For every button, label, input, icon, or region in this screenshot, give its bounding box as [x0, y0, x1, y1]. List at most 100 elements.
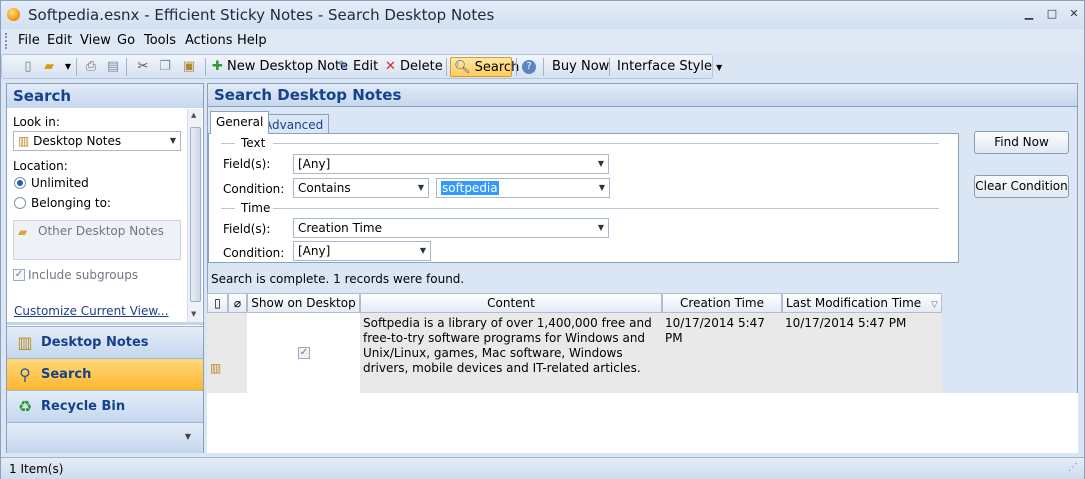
status-bar: 1 Item(s) ⋰ — [1, 457, 1084, 479]
time-condition-select[interactable]: [Any] ▼ — [293, 241, 431, 261]
notes-icon: ▥ — [17, 333, 33, 352]
left-pane-title: Search — [7, 84, 203, 108]
group-divider — [221, 143, 235, 144]
minimize-button[interactable]: ▁ — [1019, 5, 1039, 23]
content-cell: Softpedia is a library of over 1,400,000… — [360, 313, 662, 393]
delete-x-icon: ✕ — [385, 59, 396, 74]
group-divider — [221, 208, 235, 209]
column-header-type[interactable]: ▯ — [207, 293, 228, 313]
grid-empty-area — [207, 393, 1078, 453]
scroll-thumb[interactable] — [190, 127, 201, 302]
title-bar: Softpedia.esnx - Efficient Sticky Notes … — [1, 1, 1084, 29]
modification-time-cell: 10/17/2014 5:47 PM — [782, 313, 942, 393]
include-subgroups-checkbox[interactable]: ✓ — [13, 269, 25, 281]
menu-help[interactable]: Help — [237, 33, 267, 48]
pencil-icon: ✎ — [338, 59, 349, 74]
column-header-show-on-desktop[interactable]: Show on Desktop — [247, 293, 360, 313]
chevron-down-icon: ▼ — [597, 159, 604, 168]
plus-icon: ✚ — [212, 59, 223, 74]
nav-desktop-notes[interactable]: ▥ Desktop Notes — [7, 326, 203, 358]
left-pane: Search Look in: ▥ Desktop Notes ▼ Locati… — [6, 83, 204, 453]
interface-style-button[interactable]: Interface Style ▼ — [617, 57, 722, 77]
help-icon[interactable]: ? — [522, 60, 536, 74]
nav-overflow[interactable]: ▼ — [7, 422, 203, 453]
search-text-input[interactable]: softpedia ▼ — [436, 178, 610, 198]
search-button[interactable]: 🔍︎ Search — [450, 57, 519, 77]
column-header-last-modification[interactable]: Last Modification Time ▽ — [782, 293, 942, 313]
time-condition-label: Condition: — [223, 246, 285, 260]
menu-bar: File Edit View Go Tools Actions Help — [1, 29, 1084, 53]
chevron-down-icon: ▼ — [419, 246, 426, 255]
tab-general[interactable]: General — [210, 111, 270, 134]
attachment-icon: ⌀ — [233, 296, 242, 310]
splitter[interactable] — [7, 322, 203, 325]
close-button[interactable]: ✕ — [1064, 5, 1084, 23]
chevron-down-icon: ▼ — [716, 63, 723, 72]
print-icon[interactable]: ⎙ — [83, 59, 99, 75]
buy-now-button[interactable]: Buy Now — [552, 57, 609, 77]
edit-button[interactable]: ✎ Edit — [338, 57, 378, 77]
show-on-desktop-checkbox[interactable]: ✓ — [298, 347, 310, 359]
resize-grip-icon[interactable]: ⋰ — [1068, 462, 1078, 473]
look-in-select[interactable]: ▥ Desktop Notes ▼ — [13, 131, 181, 151]
chevron-down-icon: ▼ — [598, 183, 605, 192]
clear-condition-button[interactable]: Clear Condition — [974, 175, 1069, 198]
radio-belonging-to[interactable] — [14, 197, 26, 209]
folder-placeholder: Other Desktop Notes — [38, 224, 164, 238]
open-folder-icon[interactable]: ▰ — [41, 59, 57, 75]
print-preview-icon[interactable]: ▤ — [105, 59, 121, 75]
scroll-up-icon[interactable]: ▲ — [191, 111, 196, 119]
page-title: Search Desktop Notes — [207, 83, 1078, 107]
sort-indicator-icon: ▽ — [931, 300, 938, 310]
menu-grip — [5, 33, 8, 49]
include-subgroups-label: Include subgroups — [28, 268, 139, 282]
show-on-desktop-cell: ✓ — [247, 313, 360, 393]
new-desktop-note-button[interactable]: ✚ New Desktop Note — [212, 57, 348, 77]
maximize-button[interactable]: □ — [1042, 5, 1062, 23]
search-status-message: Search is complete. 1 records were found… — [211, 272, 465, 286]
left-scrollbar[interactable]: ▲ ▼ — [187, 109, 202, 322]
creation-time-cell: 10/17/2014 5:47 PM — [662, 313, 782, 393]
paste-icon[interactable]: ▣ — [181, 59, 197, 75]
group-divider — [273, 208, 939, 209]
menu-tools[interactable]: Tools — [144, 33, 176, 48]
radio-belonging-label: Belonging to: — [31, 196, 111, 210]
copy-icon[interactable]: ❐ — [157, 59, 173, 75]
toolbar-separator — [609, 58, 610, 76]
column-header-attachment[interactable]: ⌀ — [228, 293, 247, 313]
attachment-cell — [228, 313, 247, 393]
column-header-content[interactable]: Content — [360, 293, 662, 313]
nav-recycle-bin[interactable]: ♻ Recycle Bin — [7, 390, 203, 422]
magnifier-icon: 🔍︎ — [454, 60, 471, 75]
time-group-label: Time — [241, 201, 271, 215]
status-text: 1 Item(s) — [9, 462, 64, 476]
menu-file[interactable]: File — [18, 33, 40, 48]
menu-go[interactable]: Go — [117, 33, 135, 48]
notes-icon: ▥ — [18, 134, 30, 148]
nav-search[interactable]: ⚲ Search — [7, 358, 203, 390]
condition-select[interactable]: Contains ▼ — [293, 178, 429, 198]
customize-view-link[interactable]: Customize Current View... — [14, 304, 169, 318]
group-divider — [273, 143, 939, 144]
radio-unlimited[interactable] — [14, 177, 26, 189]
delete-button[interactable]: ✕ Delete — [385, 57, 443, 77]
column-header-creation-time[interactable]: Creation Time — [662, 293, 782, 313]
scroll-down-icon[interactable]: ▼ — [191, 310, 196, 318]
find-now-button[interactable]: Find Now — [974, 131, 1069, 154]
location-label: Location: — [13, 159, 68, 173]
results-grid: ▯ ⌀ Show on Desktop Content Creation Tim… — [207, 293, 942, 393]
new-file-icon[interactable]: ▯ — [20, 59, 36, 75]
app-icon — [7, 8, 20, 21]
time-fields-select[interactable]: Creation Time ▼ — [293, 218, 609, 238]
menu-edit[interactable]: Edit — [47, 33, 72, 48]
text-group-label: Text — [241, 136, 266, 150]
search-criteria-panel: Text Field(s): [Any] ▼ Condition: Contai… — [208, 133, 959, 263]
cut-icon[interactable]: ✂ — [135, 59, 151, 75]
menu-view[interactable]: View — [80, 33, 111, 48]
toolbar-separator — [446, 58, 447, 76]
open-dropdown-icon[interactable]: ▼ — [60, 59, 76, 75]
menu-actions[interactable]: Actions — [185, 33, 233, 48]
fields-select[interactable]: [Any] ▼ — [293, 154, 609, 174]
chevron-down-icon: ▼ — [184, 432, 191, 441]
toolbar-separator — [543, 58, 544, 76]
